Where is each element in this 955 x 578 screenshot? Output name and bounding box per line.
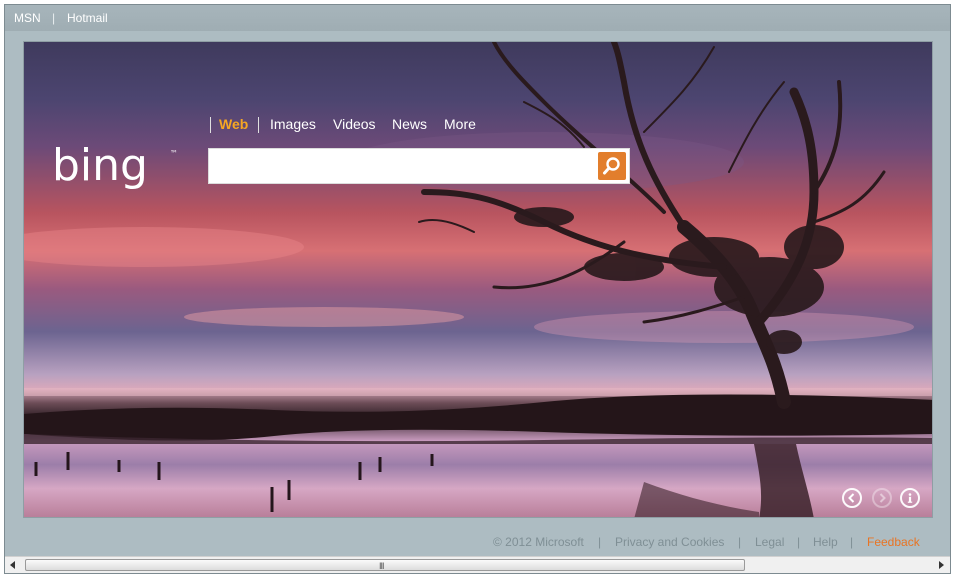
info-icon (907, 493, 913, 503)
scrollbar-grip: III (379, 561, 384, 571)
scroll-left-button[interactable] (5, 557, 22, 573)
bing-logo-graphic: bing ™ (52, 140, 178, 191)
previous-image-button[interactable] (842, 488, 862, 508)
footer-separator: | (598, 535, 602, 549)
bing-logo: bing ™ (52, 140, 182, 199)
tab-separator (258, 117, 259, 133)
chevron-left-icon (848, 493, 855, 503)
tab-separator (210, 117, 211, 133)
hotmail-link[interactable]: Hotmail (67, 11, 108, 25)
top-navigation-bar: MSN | Hotmail (5, 5, 950, 31)
next-image-button[interactable] (872, 488, 892, 508)
tab-images[interactable]: Images (270, 116, 316, 132)
scroll-right-button[interactable] (933, 557, 950, 573)
tab-news[interactable]: News (392, 116, 427, 132)
search-button[interactable] (598, 152, 626, 180)
chevron-right-icon (879, 493, 886, 503)
arrow-right-icon (939, 561, 944, 569)
footer: © 2012 Microsoft | Privacy and Cookies |… (5, 533, 950, 553)
homepage-background-image: Web Images Videos News More bing ™ (23, 41, 933, 518)
msn-link[interactable]: MSN (14, 11, 41, 25)
tab-web[interactable]: Web (219, 116, 248, 132)
nav-separator: | (52, 11, 56, 25)
arrow-left-icon (10, 561, 15, 569)
search-box (208, 148, 630, 184)
legal-link[interactable]: Legal (755, 535, 784, 549)
search-input[interactable] (215, 153, 595, 179)
tab-more[interactable]: More (444, 116, 476, 132)
svg-text:™: ™ (170, 149, 178, 158)
footer-separator: | (850, 535, 854, 549)
tab-videos[interactable]: Videos (333, 116, 376, 132)
privacy-link[interactable]: Privacy and Cookies (615, 535, 724, 549)
footer-separator: | (797, 535, 801, 549)
feedback-link[interactable]: Feedback (867, 535, 920, 549)
landscape-scene (24, 42, 932, 517)
help-link[interactable]: Help (813, 535, 838, 549)
scrollbar-thumb[interactable]: III (25, 559, 745, 571)
copyright-text: © 2012 Microsoft (493, 535, 584, 549)
horizontal-scrollbar[interactable]: III (5, 556, 950, 573)
magnifier-icon (603, 157, 620, 175)
image-info-button[interactable] (900, 488, 920, 508)
svg-text:bing: bing (52, 142, 148, 191)
browser-window: MSN | Hotmail Web Images Videos News Mor… (4, 4, 951, 574)
footer-separator: | (738, 535, 742, 549)
